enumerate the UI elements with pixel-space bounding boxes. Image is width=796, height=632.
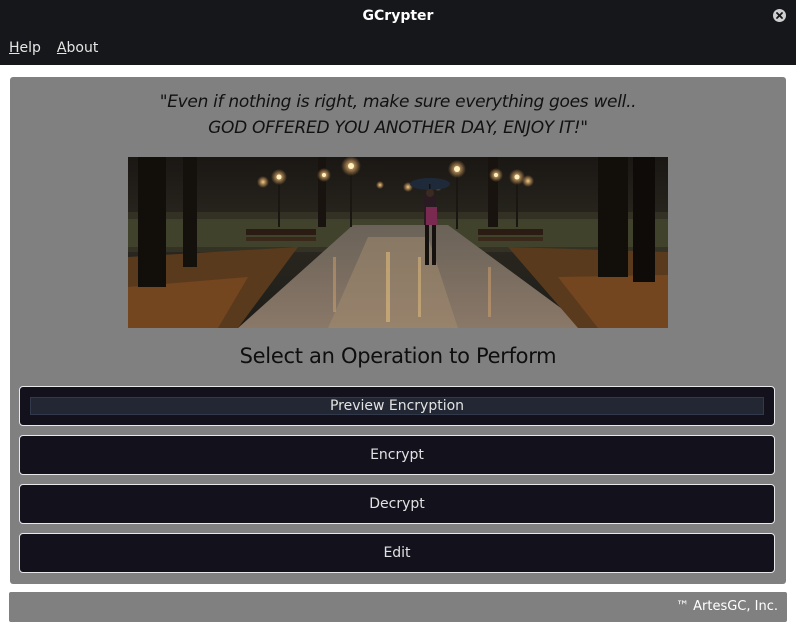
status-footer: ™ ArtesGC, Inc.	[9, 592, 787, 622]
close-button[interactable]	[773, 9, 786, 22]
quote-line-1: "Even if nothing is right, make sure eve…	[159, 92, 637, 112]
menu-about-mnemonic: A	[56, 40, 67, 56]
quote-line-2: GOD OFFERED YOU ANOTHER DAY, ENJOY IT!"	[208, 118, 588, 138]
rainy-park-image	[128, 157, 668, 328]
menu-help[interactable]: Help	[9, 32, 41, 65]
menu-help-label: elp	[19, 40, 41, 56]
operation-heading: Select an Operation to Perform	[239, 344, 557, 368]
window-title: GCrypter	[362, 8, 434, 24]
preview-encryption-label: Preview Encryption	[329, 398, 465, 414]
quote: "Even if nothing is right, make sure eve…	[10, 89, 786, 141]
encrypt-label: Encrypt	[370, 447, 424, 463]
menu-help-mnemonic: H	[9, 40, 20, 56]
decrypt-label: Decrypt	[369, 496, 425, 512]
close-icon	[776, 12, 783, 19]
copyright-text: ™ ArtesGC, Inc.	[675, 599, 778, 614]
menu-about[interactable]: About	[57, 32, 98, 65]
edit-label: Edit	[383, 545, 411, 561]
menu-bar: Help About	[0, 32, 796, 65]
encrypt-button[interactable]: Encrypt	[19, 435, 775, 475]
banner-image	[128, 157, 668, 328]
menu-about-label: bout	[66, 40, 99, 56]
main-panel: "Even if nothing is right, make sure eve…	[10, 77, 786, 584]
decrypt-button[interactable]: Decrypt	[19, 484, 775, 524]
preview-encryption-button[interactable]: Preview Encryption	[19, 386, 775, 426]
title-bar: GCrypter	[0, 0, 796, 32]
edit-button[interactable]: Edit	[19, 533, 775, 573]
